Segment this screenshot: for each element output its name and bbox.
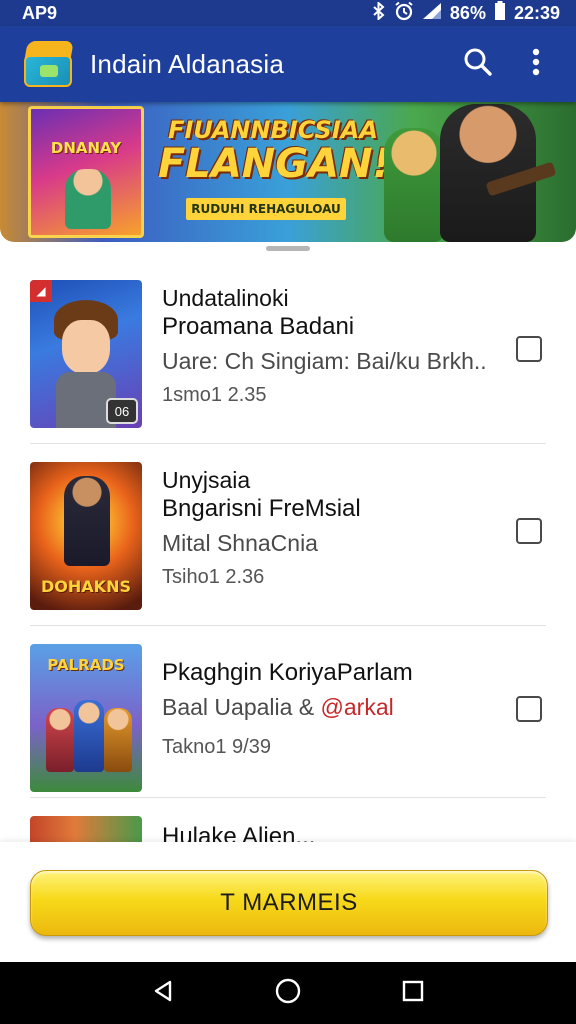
app-logo-icon <box>24 41 74 87</box>
battery-percent: 86% <box>449 2 486 23</box>
item-title: Proamana Badani <box>162 313 355 341</box>
status-time: 22:39 <box>513 2 560 23</box>
item-title: Pkaghgin KoriyaParlam <box>162 659 413 686</box>
item-category: Unyjsaia <box>162 467 251 493</box>
item-description: Baal Uapalia & @arkal <box>162 693 413 721</box>
item-meta: Takno1 9/39 <box>162 736 271 759</box>
status-icons: 86% 22:39 <box>372 0 560 26</box>
list-item[interactable]: PALRADS Pkaghgin KoriyaParlam Baal Uapal… <box>30 626 546 798</box>
banner-mini-title: DNANAY <box>50 139 122 157</box>
item-description-highlight: @arkal <box>320 694 394 721</box>
thumb-caption: PALRADS <box>47 656 125 674</box>
battery-icon <box>494 0 506 26</box>
more-vert-icon <box>532 48 540 81</box>
banner-heroes-image <box>376 102 557 242</box>
item-title: Hulake Alien... <box>162 823 316 842</box>
item-checkbox[interactable] <box>516 518 542 544</box>
list-item[interactable]: DOHAKNS Unyjsaia Bngarisni FreMsial Mita… <box>30 444 546 626</box>
item-text: Hulake Alien... <box>162 822 315 842</box>
recents-icon <box>402 980 424 1007</box>
status-bar: AP9 86% 22:39 <box>0 0 576 26</box>
banner-game-art: DNANAY <box>28 106 144 238</box>
item-title: Bngarisni FreMsial <box>162 495 361 523</box>
item-description: Uare: Ch Singiam: Bai/ku Brkh.. <box>162 348 487 375</box>
back-icon <box>151 979 175 1008</box>
bottom-panel: T MARMEIS <box>0 842 576 962</box>
item-description: Mital ShnaCnia <box>162 530 318 557</box>
alarm-icon <box>394 1 414 26</box>
thumb-badge: 06 <box>106 398 138 424</box>
list-item[interactable]: ◢ 06 Undatalinoki Proamana Badani Uare: … <box>30 262 546 444</box>
game-thumbnail: PALRADS <box>30 644 142 792</box>
primary-cta-button[interactable]: T MARMEIS <box>30 870 548 936</box>
thumb-caption: DOHAKNS <box>41 577 131 596</box>
item-description-main: Baal Uapalia & <box>162 694 321 721</box>
search-button[interactable] <box>456 42 500 86</box>
banner-headline: FIUANNBICSIAA FLANGAN! <box>158 116 391 188</box>
banner-headline-line2: FLANGAN! <box>158 141 391 188</box>
bluetooth-icon <box>372 0 386 25</box>
status-left-text: AP9 <box>22 2 58 23</box>
banner-drag-handle[interactable] <box>266 246 310 251</box>
item-text: Unyjsaia Bngarisni FreMsial Mital ShnaCn… <box>162 466 361 590</box>
banner-subtitle: RUDUHI REHAGULOAU <box>186 198 346 220</box>
item-text: Undatalinoki Proamana Badani Uare: Ch Si… <box>162 284 487 408</box>
item-category: Undatalinoki <box>162 285 289 311</box>
game-list: ◢ 06 Undatalinoki Proamana Badani Uare: … <box>0 262 576 842</box>
item-meta: 1smo1 2.35 <box>162 384 267 407</box>
game-thumbnail: DOHAKNS <box>30 462 142 610</box>
signal-icon <box>422 2 442 25</box>
item-meta: Tsiho1 2.36 <box>162 566 265 589</box>
home-icon <box>275 978 301 1009</box>
item-checkbox[interactable] <box>516 336 542 362</box>
tag-icon: ◢ <box>30 280 52 302</box>
search-icon <box>463 47 493 82</box>
game-thumbnail <box>30 816 142 842</box>
back-button[interactable] <box>143 973 183 1013</box>
promo-banner[interactable]: DNANAY FIUANNBICSIAA FLANGAN! RUDUHI REH… <box>0 102 576 242</box>
app-title: Indain Aldanasia <box>90 48 285 79</box>
item-checkbox[interactable] <box>516 696 542 722</box>
game-thumbnail: ◢ 06 <box>30 280 142 428</box>
app-bar: Indain Aldanasia <box>0 26 576 102</box>
system-nav-bar <box>0 962 576 1024</box>
banner-character-image <box>65 169 111 229</box>
banner-headline-line1: FIUANNBICSIAA <box>168 116 378 144</box>
more-options-button[interactable] <box>514 42 558 86</box>
item-text: Pkaghgin KoriyaParlam Baal Uapalia & @ar… <box>162 658 413 760</box>
list-item[interactable]: Hulake Alien... <box>30 798 546 842</box>
recents-button[interactable] <box>393 973 433 1013</box>
home-button[interactable] <box>268 973 308 1013</box>
